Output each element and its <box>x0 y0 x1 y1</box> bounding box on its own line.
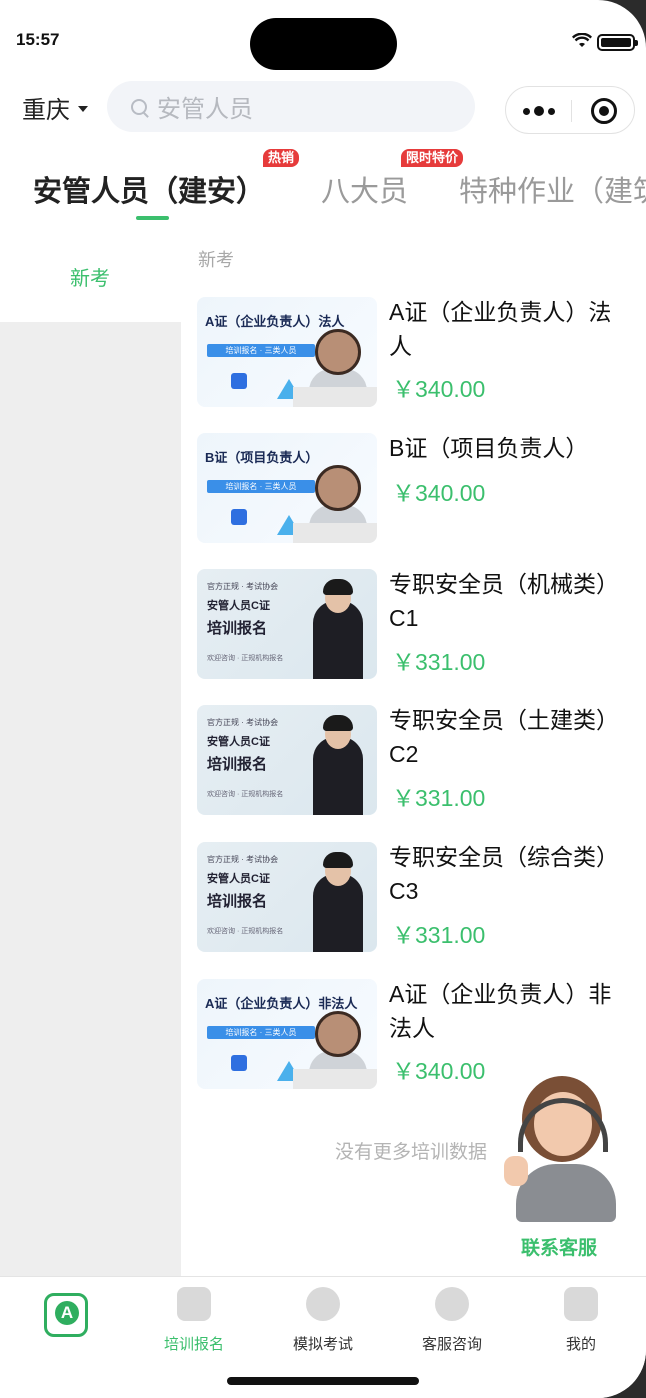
product-price: ￥340.00 <box>392 1058 486 1084</box>
product-item[interactable]: A证（企业负责人）法人 培训报名 · 三类人员 A证（企业负责人）法人 ￥340… <box>197 297 637 409</box>
product-thumbnail: A证（企业负责人）法人 培训报名 · 三类人员 <box>197 297 377 407</box>
miniapp-capsule <box>505 86 635 134</box>
product-name: 专职安全员（土建类）C2 <box>389 707 619 767</box>
home-indicator <box>227 1377 419 1385</box>
product-item[interactable]: 官方正规 · 考试协会 安管人员C证 培训报名 欢迎咨询 · 正规机构报名 专职… <box>197 569 637 681</box>
signup-icon <box>177 1287 211 1321</box>
section-title: 新考 <box>198 250 234 270</box>
product-price: ￥331.00 <box>392 922 486 948</box>
product-name: 专职安全员（综合类）C3 <box>389 844 619 904</box>
search-icon <box>131 98 147 115</box>
nav-service[interactable]: 客服咨询 <box>407 1287 497 1354</box>
product-thumbnail: 官方正规 · 考试协会 安管人员C证 培训报名 欢迎咨询 · 正规机构报名 <box>197 569 377 679</box>
product-name: B证（项目负责人） <box>389 435 589 461</box>
contact-service-button[interactable]: 联系客服 <box>521 1233 597 1260</box>
tab-anguan[interactable]: 安管人员（建安） <box>33 168 265 210</box>
product-name: 专职安全员（机械类）C1 <box>389 571 619 631</box>
tab-badayuan[interactable]: 八大员 <box>321 168 408 210</box>
service-icon <box>435 1287 469 1321</box>
tab-special-ops[interactable]: 特种作业（建筑 <box>459 168 646 210</box>
active-tab-indicator <box>136 216 169 220</box>
phone-screen: 15:57 重庆 安管人员 安管人员（建安） 八大员 热销 特种作业（建筑 限时… <box>0 0 646 1398</box>
product-thumbnail: 官方正规 · 考试协会 安管人员C证 培训报名 欢迎咨询 · 正规机构报名 <box>197 705 377 815</box>
product-name: A证（企业负责人）非法人 <box>389 981 612 1041</box>
caret-down-icon <box>78 105 88 112</box>
nav-profile[interactable]: 我的 <box>536 1287 626 1354</box>
hot-badge: 热销 <box>263 149 300 167</box>
nav-signup[interactable]: 培训报名 <box>149 1287 239 1354</box>
category-item-new[interactable]: 新考 <box>0 225 181 322</box>
battery-icon <box>597 34 638 51</box>
more-icon[interactable] <box>523 106 555 116</box>
no-more-text: 没有更多培训数据 <box>335 1142 488 1163</box>
nav-mock-exam[interactable]: 模拟考试 <box>278 1287 368 1354</box>
app-logo-icon[interactable]: A <box>44 1293 88 1337</box>
close-miniapp-icon[interactable] <box>591 98 617 124</box>
profile-icon <box>564 1287 598 1321</box>
wifi-icon <box>572 33 592 47</box>
exam-icon <box>306 1287 340 1321</box>
product-item[interactable]: 官方正规 · 考试协会 安管人员C证 培训报名 欢迎咨询 · 正规机构报名 专职… <box>197 705 637 817</box>
product-price: ￥340.00 <box>392 376 486 402</box>
product-item[interactable]: B证（项目负责人） 培训报名 · 三类人员 B证（项目负责人） ￥340.00 <box>197 433 637 545</box>
city-label: 重庆 <box>22 97 70 124</box>
dynamic-island <box>250 18 397 70</box>
sale-badge: 限时特价 <box>401 149 464 167</box>
category-panel <box>0 225 181 1277</box>
product-price: ￥331.00 <box>392 785 486 811</box>
product-price: ￥340.00 <box>392 480 486 506</box>
product-item[interactable]: 官方正规 · 考试协会 安管人员C证 培训报名 欢迎咨询 · 正规机构报名 专职… <box>197 842 637 954</box>
product-thumbnail: B证（项目负责人） 培训报名 · 三类人员 <box>197 433 377 543</box>
product-name: A证（企业负责人）法人 <box>389 299 612 359</box>
category-label: 新考 <box>70 268 110 290</box>
product-thumbnail: 官方正规 · 考试协会 安管人员C证 培训报名 欢迎咨询 · 正规机构报名 <box>197 842 377 952</box>
product-thumbnail: A证（企业负责人）非法人 培训报名 · 三类人员 <box>197 979 377 1089</box>
search-input[interactable]: 安管人员 <box>107 81 475 132</box>
product-price: ￥331.00 <box>392 649 486 675</box>
city-selector[interactable]: 重庆 <box>22 90 88 125</box>
search-placeholder: 安管人员 <box>157 96 253 123</box>
customer-service-avatar-icon[interactable] <box>500 1070 618 1222</box>
status-time: 15:57 <box>16 30 60 49</box>
